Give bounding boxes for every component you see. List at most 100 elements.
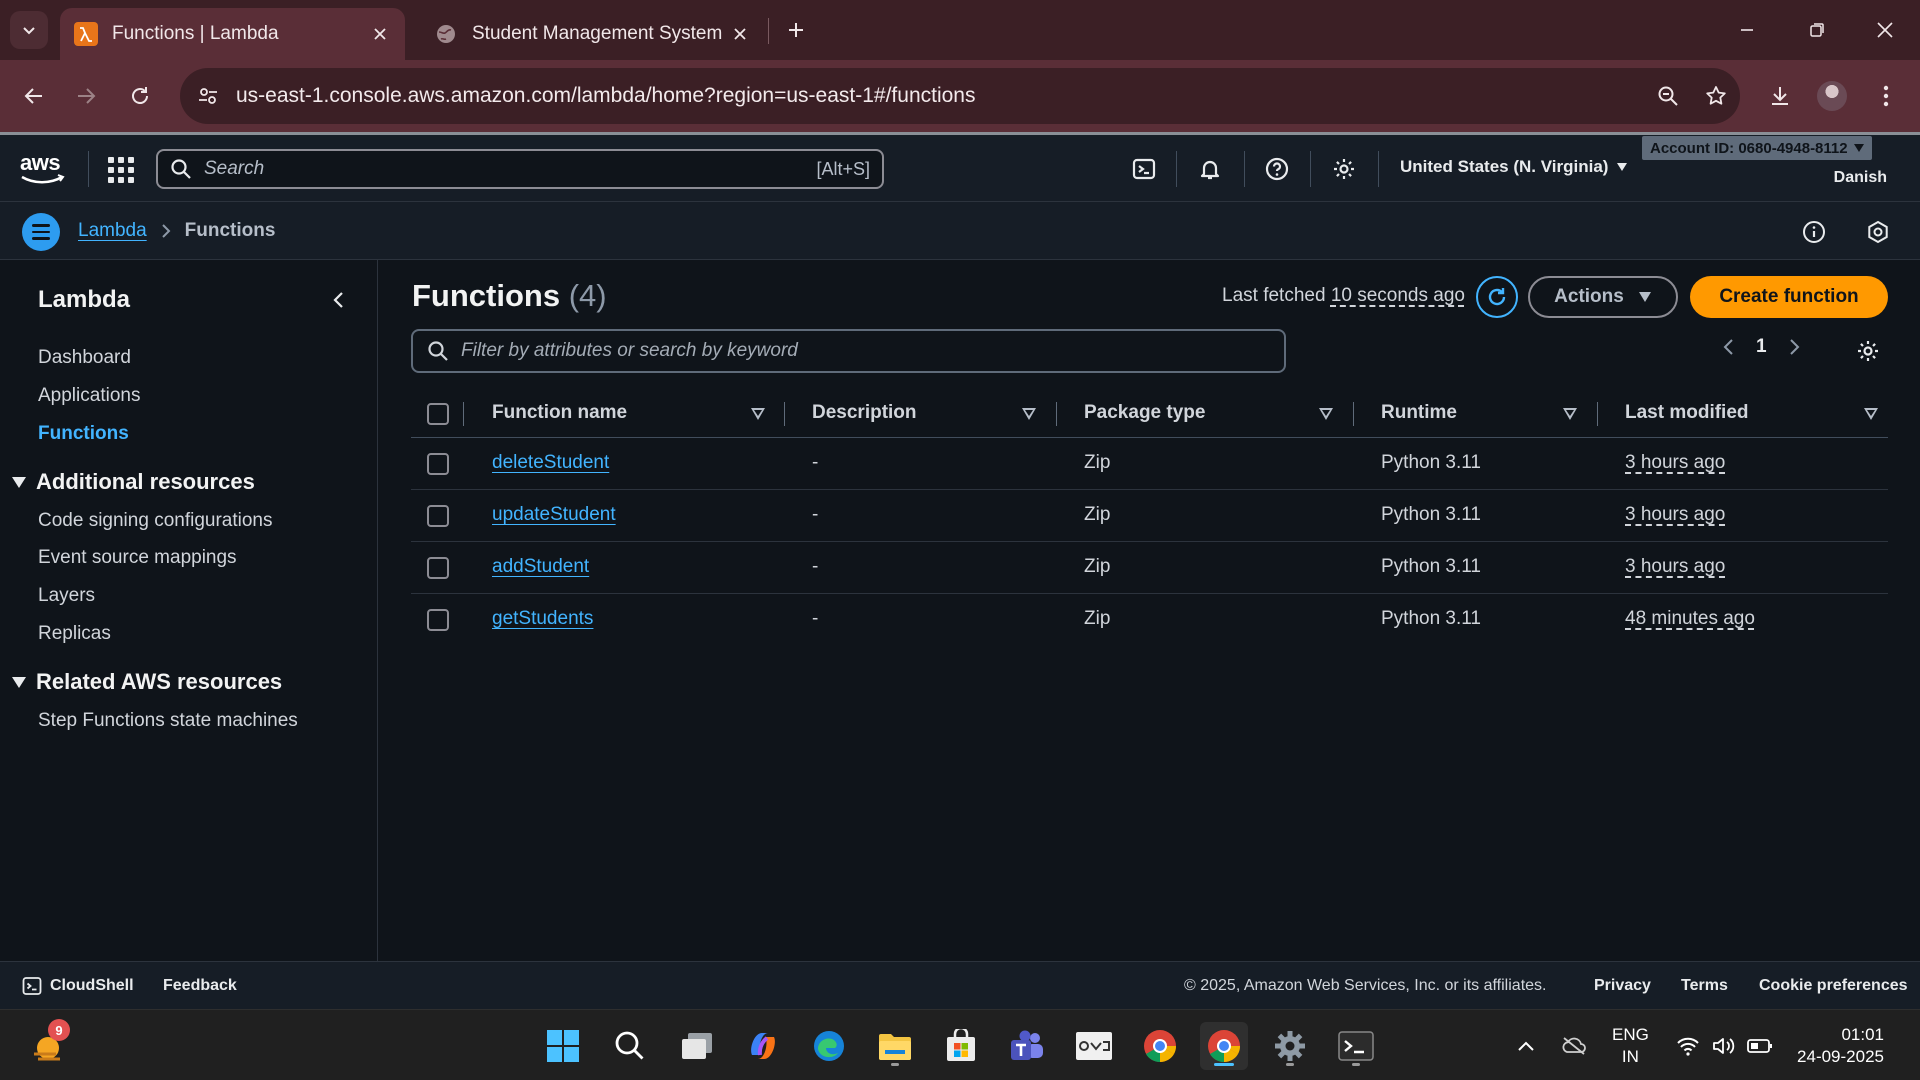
sidebar-item-dashboard[interactable]: Dashboard <box>38 347 131 369</box>
sidebar-section-additional-resources[interactable]: Additional resources <box>12 469 255 495</box>
system-clock[interactable]: 01:01 24-09-2025 <box>1794 1024 1884 1068</box>
site-info-icon[interactable] <box>180 68 236 124</box>
task-view-button[interactable] <box>673 1022 721 1070</box>
user-menu[interactable]: Danish <box>1834 169 1887 187</box>
downloads-button[interactable] <box>1756 72 1804 120</box>
taskbar-search-button[interactable] <box>606 1022 654 1070</box>
account-id-badge[interactable]: Account ID: 0680-4948-8112 <box>1642 136 1872 160</box>
chrome-app-active[interactable] <box>1200 1022 1248 1070</box>
sort-icon[interactable] <box>1563 408 1577 420</box>
settings-app[interactable] <box>1266 1022 1314 1070</box>
settings-gear-icon[interactable] <box>1326 151 1362 187</box>
cloudshell-icon[interactable] <box>1126 151 1162 187</box>
info-icon[interactable] <box>1798 216 1830 248</box>
close-tab-icon[interactable] <box>369 23 391 45</box>
input-language[interactable]: ENG IN <box>1612 1024 1649 1068</box>
sort-icon[interactable] <box>751 408 765 420</box>
create-function-button[interactable]: Create function <box>1690 276 1888 318</box>
function-name-link[interactable]: addStudent <box>492 556 589 578</box>
sort-icon[interactable] <box>1022 408 1036 420</box>
file-explorer-app[interactable] <box>871 1022 919 1070</box>
terms-link[interactable]: Terms <box>1681 977 1728 995</box>
teams-app[interactable] <box>1003 1022 1051 1070</box>
last-fetched-time: 10 seconds ago <box>1330 285 1465 306</box>
browser-menu-button[interactable] <box>1862 72 1910 120</box>
column-header-package-type[interactable]: Package type <box>1084 402 1205 424</box>
reload-button[interactable] <box>118 74 162 118</box>
column-header-description[interactable]: Description <box>812 402 917 424</box>
privacy-link[interactable]: Privacy <box>1594 977 1651 995</box>
function-name-link[interactable]: getStudents <box>492 608 593 630</box>
forward-button[interactable] <box>64 74 108 118</box>
filter-input[interactable]: Filter by attributes or search by keywor… <box>411 329 1286 373</box>
region-selector[interactable]: United States (N. Virginia) <box>1400 157 1628 177</box>
row-checkbox[interactable] <box>427 505 449 527</box>
address-bar[interactable]: us-east-1.console.aws.amazon.com/lambda/… <box>180 68 1740 124</box>
image-app[interactable] <box>1070 1022 1118 1070</box>
chevron-up-icon <box>1518 1041 1534 1051</box>
select-all-checkbox[interactable] <box>427 403 449 425</box>
profile-button[interactable] <box>1808 72 1856 120</box>
table-preferences-button[interactable] <box>1852 335 1884 367</box>
side-nav-toggle-button[interactable] <box>22 213 60 251</box>
terminal-app[interactable] <box>1332 1022 1380 1070</box>
collapse-sidebar-button[interactable] <box>326 288 350 312</box>
current-page[interactable]: 1 <box>1756 336 1767 358</box>
minimize-button[interactable] <box>1724 12 1770 48</box>
bookmark-star-icon[interactable] <box>1692 72 1740 120</box>
sort-icon[interactable] <box>1319 408 1333 420</box>
sidebar-item-replicas[interactable]: Replicas <box>38 623 111 645</box>
clock-date: 24-09-2025 <box>1797 1047 1884 1066</box>
show-hidden-icons[interactable] <box>1512 1032 1540 1060</box>
sidebar-item-layers[interactable]: Layers <box>38 585 95 607</box>
function-name-link[interactable]: updateStudent <box>492 504 616 526</box>
battery-icon[interactable] <box>1746 1032 1774 1060</box>
volume-icon[interactable] <box>1710 1032 1738 1060</box>
help-icon[interactable] <box>1259 151 1295 187</box>
column-header-runtime[interactable]: Runtime <box>1381 402 1457 424</box>
feedback-link[interactable]: Feedback <box>163 977 237 995</box>
chevron-left-icon[interactable] <box>1722 338 1734 356</box>
row-checkbox[interactable] <box>427 453 449 475</box>
chrome-app[interactable] <box>1136 1022 1184 1070</box>
row-checkbox[interactable] <box>427 609 449 631</box>
refresh-button[interactable] <box>1476 276 1518 318</box>
actions-dropdown-button[interactable]: Actions <box>1528 276 1678 318</box>
aws-logo[interactable]: aws <box>20 152 68 185</box>
back-button[interactable] <box>12 74 56 118</box>
tab-search-button[interactable] <box>10 11 48 49</box>
start-button[interactable] <box>539 1022 587 1070</box>
sidebar-item-functions[interactable]: Functions <box>38 423 129 445</box>
edge-app[interactable] <box>805 1022 853 1070</box>
close-tab-icon[interactable] <box>729 23 751 45</box>
restore-button[interactable] <box>1794 12 1840 48</box>
column-header-function-name[interactable]: Function name <box>492 402 627 424</box>
close-window-button[interactable] <box>1862 12 1908 48</box>
sidebar-item-code-signing[interactable]: Code signing configurations <box>38 510 273 532</box>
services-grid-icon[interactable] <box>106 155 134 183</box>
copilot-app[interactable] <box>739 1022 787 1070</box>
sidebar-item-applications[interactable]: Applications <box>38 385 140 407</box>
new-tab-button[interactable] <box>780 14 812 46</box>
cloud-settings-icon[interactable] <box>1862 216 1894 248</box>
avatar <box>1817 81 1847 111</box>
onedrive-icon[interactable] <box>1560 1032 1588 1060</box>
column-header-last-modified[interactable]: Last modified <box>1625 402 1749 424</box>
aws-search-input[interactable]: Search [Alt+S] <box>156 149 884 189</box>
zoom-icon[interactable] <box>1644 72 1692 120</box>
chevron-right-icon[interactable] <box>1789 338 1801 356</box>
breadcrumb-lambda-link[interactable]: Lambda <box>78 220 147 242</box>
cookie-preferences-link[interactable]: Cookie preferences <box>1759 977 1908 995</box>
function-name-link[interactable]: deleteStudent <box>492 452 609 474</box>
row-checkbox[interactable] <box>427 557 449 579</box>
notifications-bell-icon[interactable] <box>1192 151 1228 187</box>
sort-icon[interactable] <box>1864 408 1878 420</box>
sidebar-section-related-aws-resources[interactable]: Related AWS resources <box>12 669 282 695</box>
tab-functions-lambda[interactable]: Functions | Lambda <box>60 8 405 60</box>
tab-student-management[interactable]: Student Management System <box>420 8 765 60</box>
wifi-icon[interactable] <box>1674 1032 1702 1060</box>
sidebar-item-step-functions[interactable]: Step Functions state machines <box>38 710 298 732</box>
cloudshell-link[interactable]: CloudShell <box>22 976 134 996</box>
sidebar-item-event-source-mappings[interactable]: Event source mappings <box>38 547 237 569</box>
microsoft-store-app[interactable] <box>937 1022 985 1070</box>
